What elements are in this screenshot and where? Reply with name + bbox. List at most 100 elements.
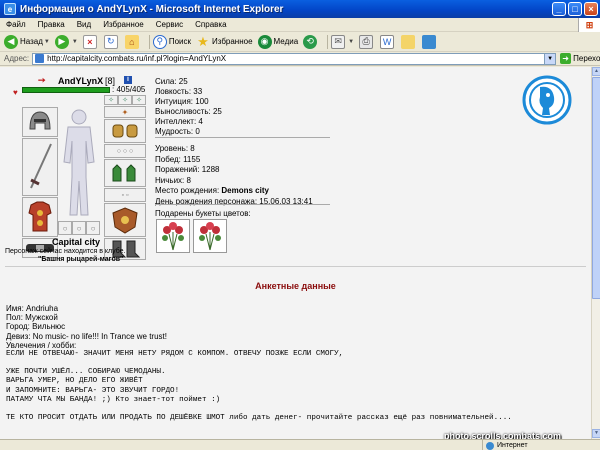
vertical-scrollbar[interactable]: ▲ ▼ [591, 67, 600, 439]
security-zone: Интернет [482, 440, 528, 450]
mail-icon: ✉ [331, 34, 346, 49]
anketa-title: Анкетные данные [255, 281, 336, 291]
divider [155, 204, 330, 205]
edit-button[interactable]: W [380, 34, 396, 49]
stat-agility: Ловкость: 33 [155, 87, 203, 96]
window-title: Информация о AndYLynX - Microsoft Intern… [20, 3, 284, 15]
toolbar: ◀ Назад ▼ ▶ ▼ × ↻ ⌂ ⚲ Поиск ★ Избранное … [0, 32, 600, 52]
go-button[interactable]: ➜ Переход [560, 53, 600, 64]
armor-icon [28, 201, 52, 232]
star-icon: ★ [197, 33, 209, 49]
back-arrow-icon: ◀ [4, 34, 18, 49]
birthplace-value: Demons city [221, 186, 269, 196]
scrollbar-thumb[interactable] [592, 77, 600, 299]
menu-file[interactable]: Файл [0, 20, 32, 29]
forward-button[interactable]: ▶ ▼ [54, 34, 78, 49]
amulet-slot[interactable]: ✧ [104, 95, 118, 105]
scroll-down-button[interactable]: ▼ [592, 429, 600, 438]
search-label: Поиск [168, 37, 191, 46]
chevron-down-icon[interactable]: ▼ [348, 39, 354, 45]
back-button[interactable]: ◀ Назад ▼ [4, 34, 50, 49]
profile-hobby-label: Увлечения / хобби: [6, 340, 77, 350]
browser-window: e Информация о AndYLynX - Microsoft Inte… [0, 0, 600, 450]
windows-logo-icon: ⊞ [578, 18, 600, 32]
stop-button[interactable]: × [82, 34, 99, 49]
menu-help[interactable]: Справка [189, 20, 232, 29]
record-birthday: День рождения персонажа: 15.06.03 13:41 [155, 196, 313, 206]
ring-slot[interactable]: ○ [72, 221, 86, 235]
amulet-icon: ✧ [136, 97, 142, 104]
clan-logo-icon [522, 75, 572, 125]
alignment-arrow-icon: ➙ [38, 75, 46, 85]
divider [5, 266, 586, 267]
maximize-button[interactable]: □ [568, 2, 582, 16]
chevron-down-icon[interactable]: ▼ [544, 53, 556, 64]
weapon-slot[interactable] [22, 138, 58, 196]
character-nick[interactable]: AndYLynX [58, 76, 103, 86]
folder-button[interactable] [401, 34, 417, 49]
close-button[interactable]: × [584, 2, 598, 16]
zone-label: Интернет [497, 442, 528, 449]
ring-icon: ○ [62, 223, 68, 233]
profile-spacer [6, 405, 512, 414]
messenger-button[interactable] [422, 34, 438, 49]
profile-hobby-line: ВАРЬГА УМЕР, НО ДЕЛО ЕГО ЖИВЁТ [6, 377, 143, 386]
refresh-button[interactable]: ↻ [103, 34, 120, 49]
page-icon [35, 54, 45, 63]
bracers-slot[interactable] [104, 119, 146, 143]
helmet-slot[interactable] [22, 107, 58, 137]
ring-icon: ○ [90, 223, 96, 233]
ring-slot[interactable]: ○ [58, 221, 72, 235]
shield-icon [112, 207, 138, 234]
address-value[interactable]: http://capitalcity.combats.ru/inf.pl?log… [47, 54, 544, 63]
spell-icon: ▫ ▫ [121, 191, 129, 199]
minimize-button[interactable]: _ [552, 2, 566, 16]
menu-edit[interactable]: Правка [32, 20, 71, 29]
go-label: Переход [573, 54, 600, 63]
stop-icon: × [82, 34, 97, 49]
chevron-down-icon[interactable]: ▼ [44, 39, 50, 45]
info-icon[interactable]: i [124, 76, 132, 84]
menu-bar: Файл Правка Вид Избранное Сервис Справка… [0, 18, 600, 32]
shield-slot[interactable] [104, 203, 146, 237]
home-button[interactable]: ⌂ [124, 34, 141, 49]
earrings-slot[interactable]: ✦ [104, 106, 146, 118]
bouquets-label: Подарены букеты цветов: [155, 209, 251, 218]
favorites-label: Избранное [212, 37, 253, 46]
favorites-button[interactable]: ★ Избранное [196, 33, 253, 49]
menu-favorites[interactable]: Избранное [97, 20, 150, 29]
chevron-down-icon[interactable]: ▼ [72, 39, 78, 45]
amulet-icon: ✧ [108, 97, 114, 104]
scroll-up-button[interactable]: ▲ [592, 67, 600, 76]
ring-row-slot[interactable]: ○ ○ ○ [104, 144, 146, 158]
record-losses: Поражений: 1288 [155, 165, 220, 175]
bouquet-item[interactable] [193, 219, 227, 253]
title-bar: e Информация о AndYLynX - Microsoft Inte… [0, 0, 600, 18]
menu-view[interactable]: Вид [71, 20, 97, 29]
print-button[interactable]: ⎙ [359, 34, 375, 49]
spell-slot[interactable]: ▫ ▫ [104, 188, 146, 202]
ring-slot[interactable]: ○ [86, 221, 100, 235]
amulet-slot[interactable]: ✧ [132, 95, 146, 105]
search-button[interactable]: ⚲ Поиск [152, 34, 191, 49]
stat-wisdom: Мудрость: 0 [155, 127, 200, 136]
media-button[interactable]: ◉ Медиа [257, 34, 298, 49]
character-silhouette-image [63, 109, 95, 216]
record-draws: Ничьих: 8 [155, 175, 191, 185]
address-input[interactable]: http://capitalcity.combats.ru/inf.pl?log… [32, 52, 557, 65]
mail-button[interactable]: ✉ ▼ [331, 34, 354, 49]
history-button[interactable]: ⟲ [303, 34, 319, 49]
record-level: Уровень: 8 [155, 144, 195, 153]
profile-hobby-line: ПАТАМУ ЧТА МЫ БАНДА! ;) Кто знает-тот по… [6, 395, 221, 404]
menu-tools[interactable]: Сервис [150, 20, 189, 29]
armor-slot[interactable] [22, 197, 58, 237]
record-block: Уровень: 8 Побед: 1155 Поражений: 1288 Н… [155, 144, 313, 208]
profile-hobby-line: И ЗАПОМНИТЕ: ВАРЬГА- ЭТО ЗВУЧИТ ГОРДО! [6, 386, 180, 395]
refresh-icon: ↻ [103, 34, 118, 49]
status-bar: Интернет [0, 439, 600, 450]
record-birthplace: Место рождения: Demons city [155, 186, 313, 197]
profile-name: Имя: Andriuha [6, 304, 59, 313]
amulet-slot[interactable]: ✧ [118, 95, 132, 105]
gloves-slot[interactable] [104, 159, 146, 187]
bouquet-item[interactable] [156, 219, 190, 253]
